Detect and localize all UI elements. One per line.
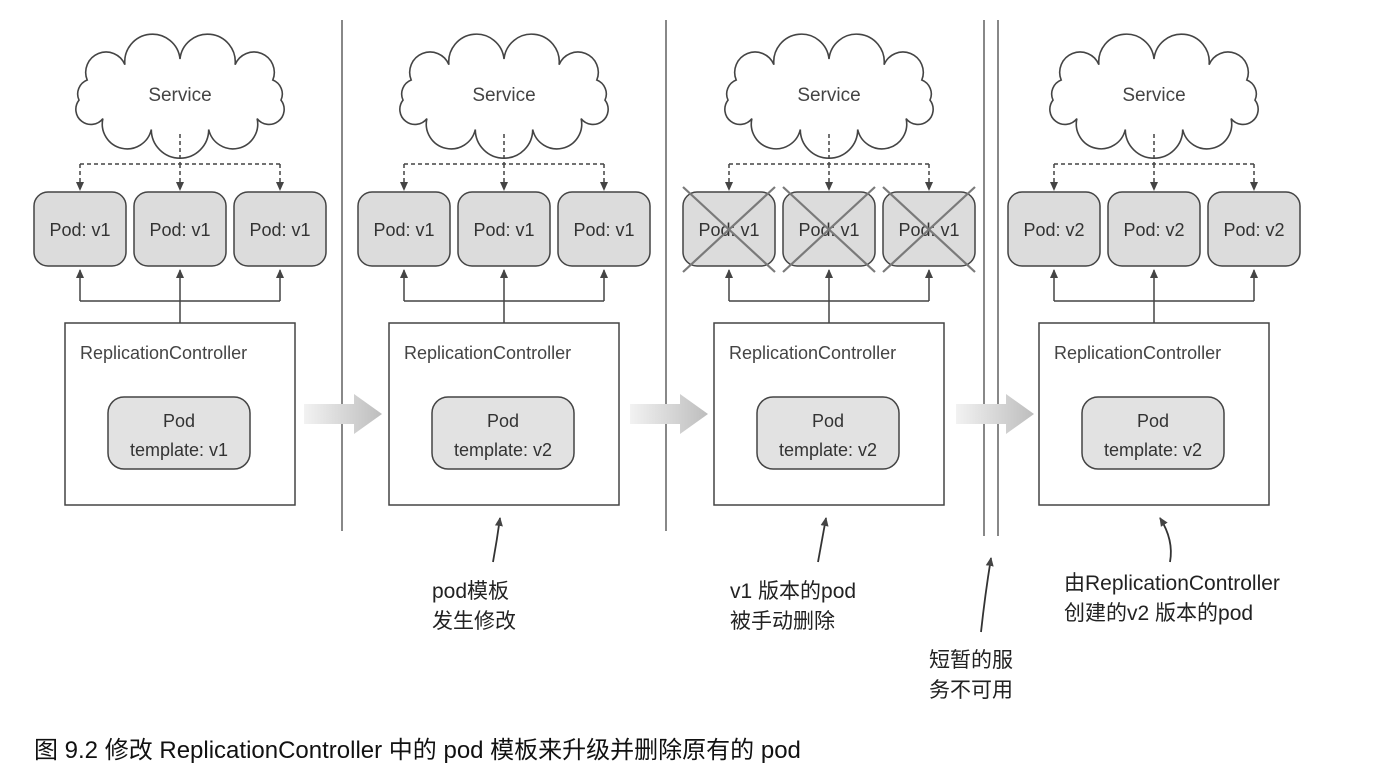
pod-label: Pod: v2	[1023, 220, 1084, 240]
pod-label: Pod: v2	[1223, 220, 1284, 240]
template-title: Pod	[487, 411, 519, 431]
template-version: template: v2	[454, 440, 552, 460]
pod-label: Pod: v1	[249, 220, 310, 240]
service-label: Service	[148, 85, 211, 106]
template-title: Pod	[1137, 411, 1169, 431]
note-v1-deleted: v1 版本的pod	[730, 580, 856, 603]
note-service-unavailable: 短暂的服	[929, 649, 1013, 672]
note-template-changed: pod模板	[432, 580, 509, 603]
notes: pod模板发生修改 v1 版本的pod 被手动删除短暂的服务不可用 由Replicat…	[432, 517, 1280, 702]
pod-label: Pod: v1	[573, 220, 634, 240]
panel-1: Service Pod: v1 Pod: v1 Pod: v1 ReplicationC…	[33, 33, 327, 506]
panels: Service Pod: v1 Pod: v1 Pod: v1 ReplicationC…	[33, 33, 1301, 506]
pod-label: Pod: v1	[373, 220, 434, 240]
pod-label: Pod: v1	[473, 220, 534, 240]
pointer-arrow	[817, 517, 829, 563]
note-v1-deleted: 被手动删除	[730, 610, 835, 633]
controller-label: ReplicationController	[1054, 343, 1221, 363]
note-template-changed: 发生修改	[432, 610, 516, 633]
panel-3: ServicePod: v1Pod: v1Pod: v1ReplicationC…	[682, 33, 976, 506]
note-v2-created: 由ReplicationController	[1064, 572, 1280, 595]
note-service-unavailable: 务不可用	[929, 679, 1013, 702]
pod-label: Pod: v1	[149, 220, 210, 240]
template-title: Pod	[163, 411, 195, 431]
pointer-arrow	[1159, 517, 1172, 563]
template-version: template: v2	[779, 440, 877, 460]
pod-label: Pod: v1	[49, 220, 110, 240]
transition-arrow	[304, 394, 382, 434]
template-version: template: v2	[1104, 440, 1202, 460]
note-v2-created: 创建的v2 版本的pod	[1064, 602, 1253, 625]
controller-label: ReplicationController	[404, 343, 571, 363]
transition-arrow	[630, 394, 708, 434]
controller-label: ReplicationController	[729, 343, 896, 363]
service-label: Service	[472, 85, 535, 106]
pointer-arrow	[980, 557, 994, 633]
controller-label: ReplicationController	[80, 343, 247, 363]
service-label: Service	[797, 85, 860, 106]
transition-arrow	[956, 394, 1034, 434]
diagram: Service Pod: v1 Pod: v1 Pod: v1 ReplicationC…	[33, 20, 1301, 764]
pod-label: Pod: v2	[1123, 220, 1184, 240]
template-version: template: v1	[130, 440, 228, 460]
panel-2: Service Pod: v1 Pod: v1 Pod: v1 ReplicationC…	[357, 33, 651, 506]
pointer-arrow	[492, 517, 503, 563]
template-title: Pod	[812, 411, 844, 431]
panel-4: Service Pod: v2 Pod: v2 Pod: v2 ReplicationC…	[1007, 33, 1301, 506]
figure-caption: 图 9.2 修改 ReplicationController 中的 pod 模板…	[34, 737, 801, 764]
service-label: Service	[1122, 85, 1185, 106]
